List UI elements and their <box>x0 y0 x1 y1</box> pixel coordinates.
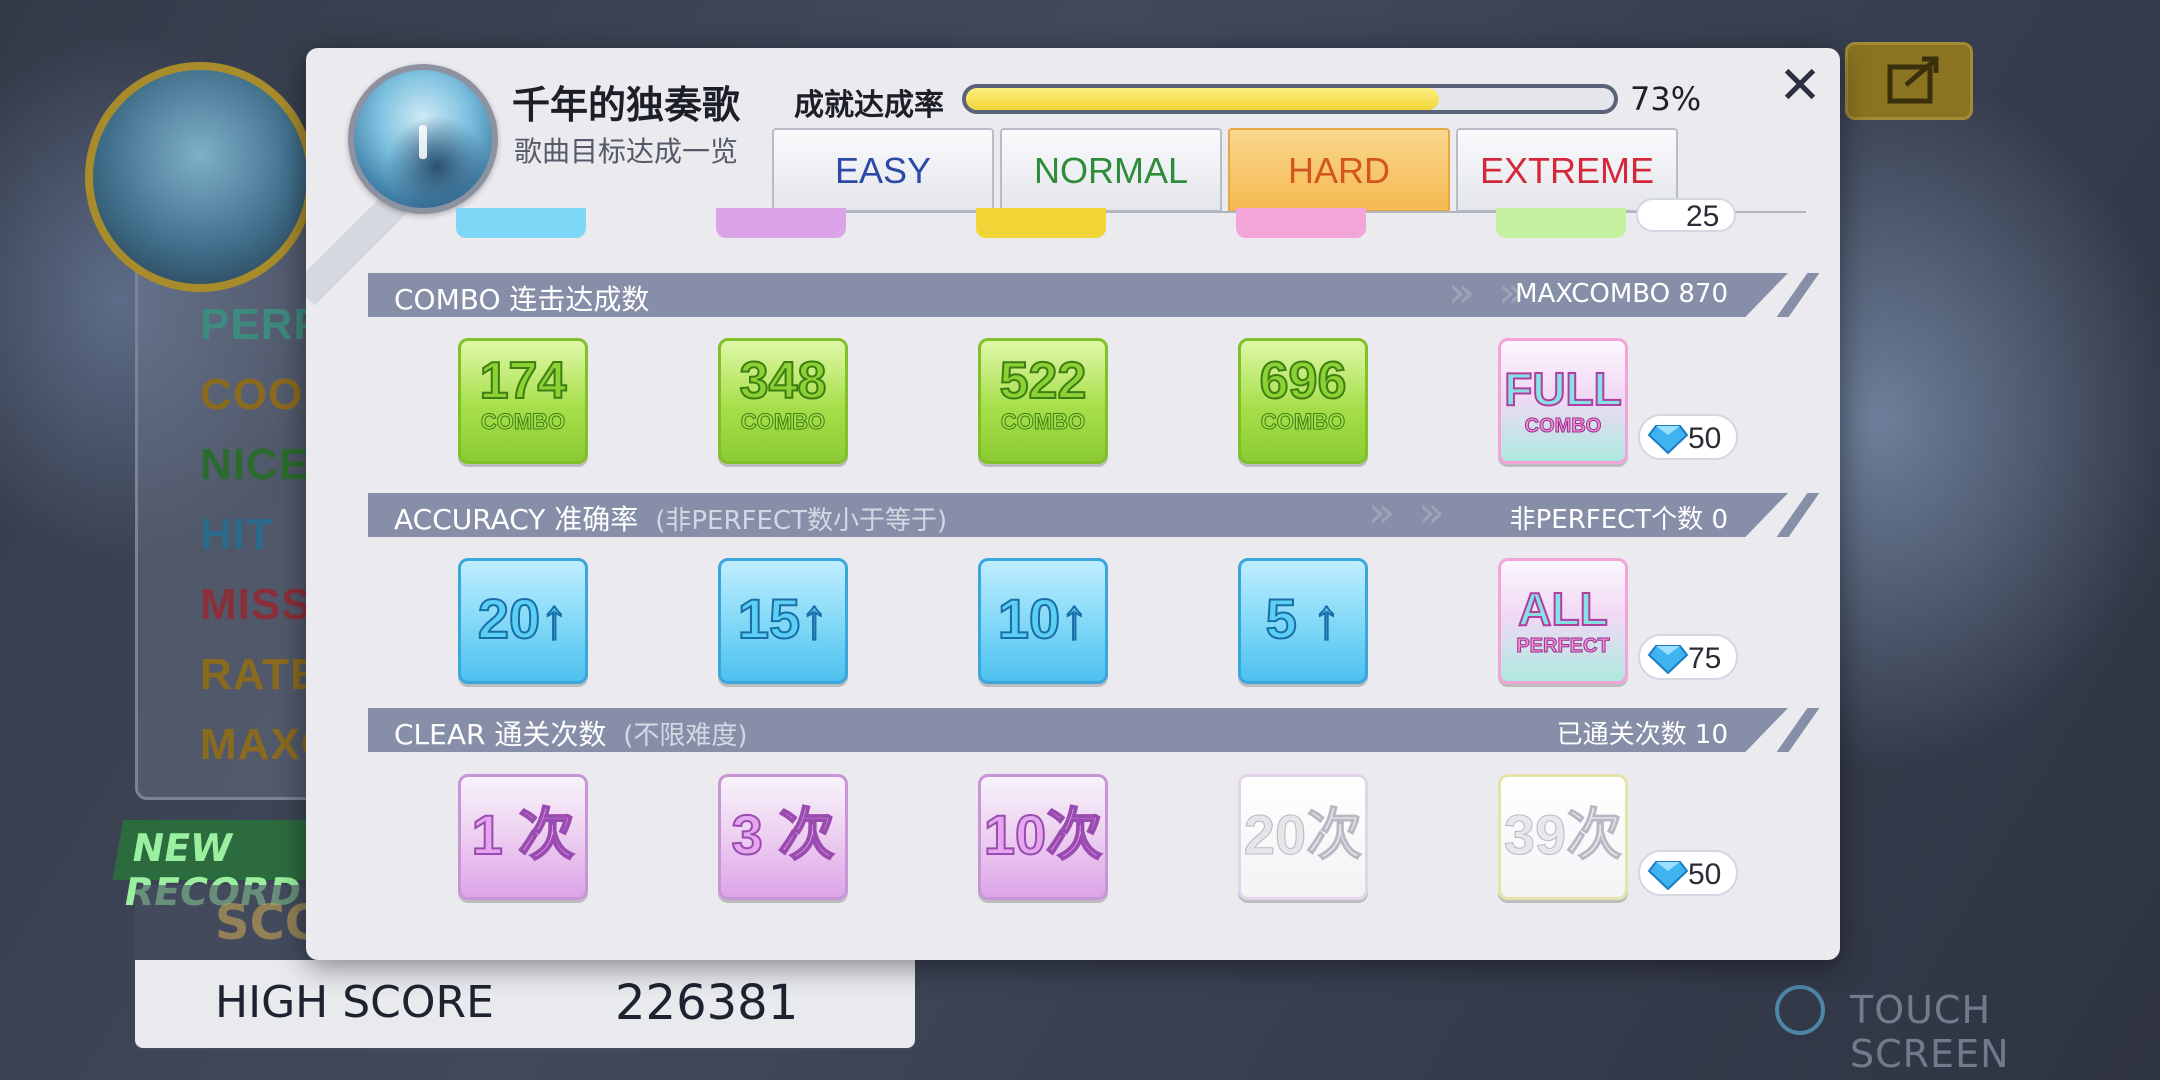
accuracy-note: (非PERFECT数小于等于) <box>655 506 948 536</box>
header-slash-decoration <box>1776 273 1820 317</box>
figure-icon <box>419 124 427 159</box>
clear-title-text: CLEAR 通关次数 <box>394 718 607 751</box>
clear-goal-tile[interactable]: 3 次 <box>718 774 848 900</box>
tab-normal[interactable]: NORMAL <box>1000 128 1222 212</box>
combo-goal-tile[interactable]: 348 COMBO <box>718 338 848 464</box>
full-combo-tile[interactable]: FULL COMBO <box>1498 338 1628 464</box>
clear-goal-tile-locked[interactable]: 39次 <box>1498 774 1628 900</box>
reward-value: 75 <box>1688 642 1722 675</box>
clear-reward-badge: 50 <box>1638 850 1738 896</box>
difficulty-tabs: EASY NORMAL HARD EXTREME <box>772 128 1678 212</box>
previous-row-tile <box>716 208 846 238</box>
song-jacket <box>348 64 498 214</box>
combo-goal-tile[interactable]: 696 COMBO <box>1238 338 1368 464</box>
judgement-label-rate: RATE <box>200 650 321 699</box>
non-perfect-count: 非PERFECT个数 0 <box>1509 505 1728 535</box>
high-score-value: 226381 <box>615 975 799 1031</box>
chevron-decoration: » <box>1418 487 1445 538</box>
judgement-label-nice: NICE <box>200 440 310 489</box>
gem-icon <box>1648 861 1688 890</box>
gem-icon <box>1648 645 1688 674</box>
touch-hand-icon <box>1775 985 1825 1035</box>
achievement-rate-fill <box>966 88 1440 110</box>
accuracy-goal-tile[interactable]: 5 ↑ <box>1238 558 1368 684</box>
combo-goal-tile[interactable]: 522 COMBO <box>978 338 1108 464</box>
tab-easy[interactable]: EASY <box>772 128 994 212</box>
achievement-rate-value: 73% <box>1630 80 1702 118</box>
gem-icon <box>1648 425 1688 454</box>
judgement-label-hit: HIT <box>200 510 274 559</box>
reward-value: 25 <box>1686 200 1720 233</box>
clear-goal-tile[interactable]: 10次 <box>978 774 1108 900</box>
chevron-decoration: » <box>1368 487 1395 538</box>
share-icon <box>1887 56 1939 104</box>
accuracy-goal-tile[interactable]: 15↑ <box>718 558 848 684</box>
clear-count: 已通关次数 10 <box>1556 720 1728 750</box>
song-title: 千年的独奏歌 <box>512 83 741 127</box>
maxcombo-info: MAXCOMBO 870 <box>1515 279 1728 309</box>
dialog-subtitle: 歌曲目标达成一览 <box>514 135 739 168</box>
previous-reward-badge: 25 <box>1636 198 1736 233</box>
accuracy-title-text: ACCURACY 准确率 <box>394 503 639 536</box>
touch-screen-hint[interactable]: TOUCH SCREEN <box>1850 988 2160 1076</box>
clear-goal-tile[interactable]: 1 次 <box>458 774 588 900</box>
accuracy-goal-tile[interactable]: 10↑ <box>978 558 1108 684</box>
chevron-decoration: » <box>1448 267 1475 318</box>
close-icon[interactable]: ✕ <box>1772 58 1828 114</box>
previous-row-tile <box>1236 208 1366 238</box>
clear-goal-tile-locked[interactable]: 20次 <box>1238 774 1368 900</box>
accuracy-section-header: » » ACCURACY 准确率 (非PERFECT数小于等于) 非PERFEC… <box>368 493 1788 537</box>
tab-hard[interactable]: HARD <box>1228 128 1450 212</box>
accuracy-section-title: ACCURACY 准确率 (非PERFECT数小于等于) <box>394 498 948 537</box>
combo-section-header: » » COMBO 连击达成数 MAXCOMBO 870 <box>368 273 1788 317</box>
clear-note: (不限难度) <box>623 721 748 751</box>
combo-goal-tile[interactable]: 174 COMBO <box>458 338 588 464</box>
all-perfect-tile[interactable]: ALL PERFECT <box>1498 558 1628 684</box>
combo-reward-badge: 50 <box>1638 414 1738 460</box>
reward-value: 50 <box>1688 422 1722 455</box>
background-song-jacket <box>85 62 315 292</box>
previous-row-tile <box>456 208 586 238</box>
previous-row-tile <box>1496 208 1626 238</box>
song-goals-dialog: 千年的独奏歌 歌曲目标达成一览 成就达成率 73% ✕ EASY NORMAL … <box>306 48 1840 960</box>
accuracy-goal-tile[interactable]: 20↑ <box>458 558 588 684</box>
accuracy-reward-badge: 75 <box>1638 634 1738 680</box>
clear-section-header: CLEAR 通关次数 (不限难度) 已通关次数 10 <box>368 708 1788 752</box>
high-score-label: HIGH SCORE <box>215 977 494 1028</box>
clear-section-title: CLEAR 通关次数 (不限难度) <box>394 713 748 752</box>
reward-value: 50 <box>1688 858 1722 891</box>
header-slash-decoration <box>1776 493 1820 537</box>
achievement-rate-label: 成就达成率 <box>794 88 944 123</box>
previous-row-tile <box>976 208 1106 238</box>
judgement-label-miss: MISS <box>200 580 312 629</box>
share-button[interactable] <box>1845 42 1973 120</box>
combo-section-title: COMBO 连击达成数 <box>394 283 650 316</box>
header-slash-decoration <box>1776 708 1820 752</box>
achievement-rate-bar <box>962 84 1618 114</box>
